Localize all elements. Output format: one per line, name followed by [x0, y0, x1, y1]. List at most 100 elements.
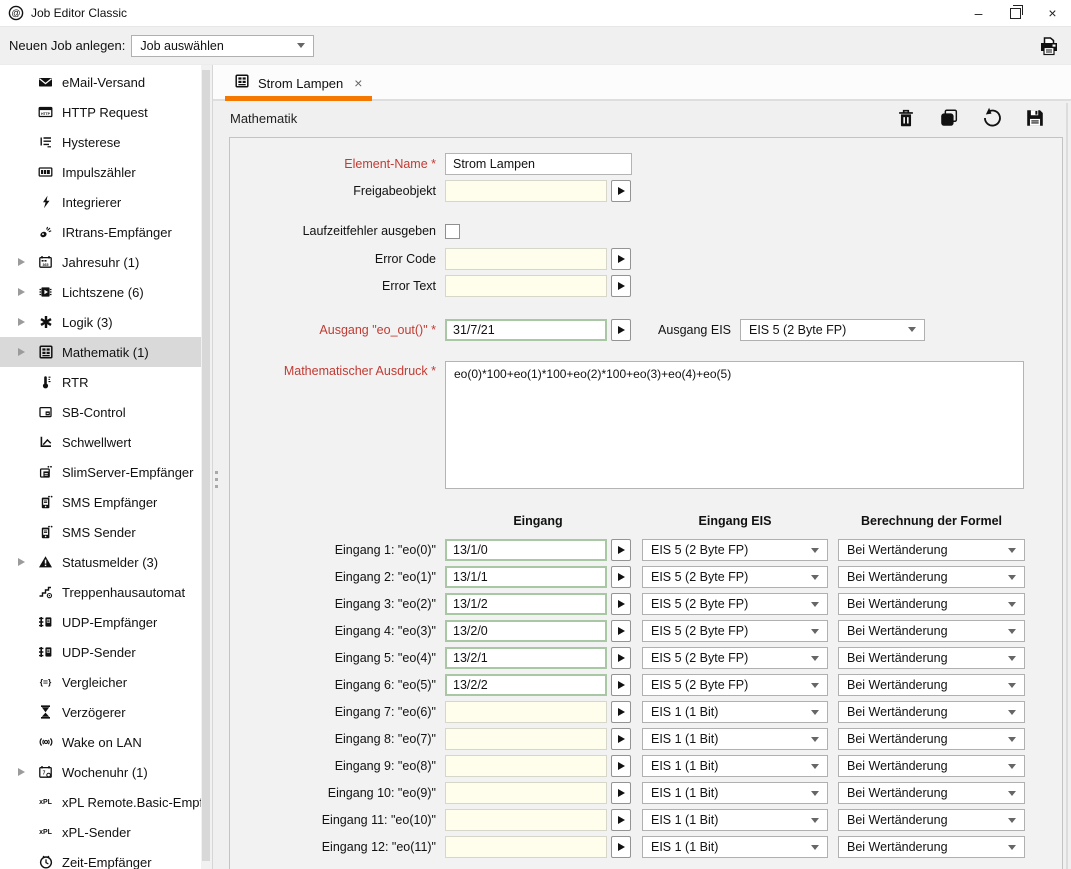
- job-select-dropdown[interactable]: Job auswählen: [131, 35, 314, 57]
- eingang-address-input[interactable]: 13/2/2: [445, 674, 607, 696]
- save-button[interactable]: [1023, 107, 1046, 130]
- berechnung-select[interactable]: Bei Wertänderung: [838, 836, 1025, 858]
- sidebar-item[interactable]: xPLxPL-Sender: [0, 817, 201, 847]
- sidebar-item[interactable]: 365Jahresuhr (1): [0, 247, 201, 277]
- eingang-eis-select[interactable]: EIS 1 (1 Bit): [642, 728, 828, 750]
- object-picker-button[interactable]: [611, 755, 631, 777]
- eingang-eis-select[interactable]: EIS 1 (1 Bit): [642, 782, 828, 804]
- freigabeobjekt-input[interactable]: [445, 180, 607, 202]
- minimize-button[interactable]: –: [960, 0, 997, 26]
- object-picker-button[interactable]: [611, 180, 631, 202]
- berechnung-select[interactable]: Bei Wertänderung: [838, 701, 1025, 723]
- sidebar-item[interactable]: Logik (3): [0, 307, 201, 337]
- eingang-eis-select[interactable]: EIS 1 (1 Bit): [642, 701, 828, 723]
- object-picker-button[interactable]: [611, 275, 631, 297]
- eingang-eis-select[interactable]: EIS 1 (1 Bit): [642, 809, 828, 831]
- sidebar-item[interactable]: Wake on LAN: [0, 727, 201, 757]
- eingang-eis-select[interactable]: EIS 5 (2 Byte FP): [642, 674, 828, 696]
- expander-arrow-icon[interactable]: [18, 258, 35, 266]
- sidebar-item[interactable]: UDP-Sender: [0, 637, 201, 667]
- delete-button[interactable]: [894, 107, 917, 130]
- element-name-input[interactable]: Strom Lampen: [445, 153, 632, 175]
- main-scrollbar[interactable]: [1066, 103, 1068, 869]
- sidebar-item[interactable]: Integrierer: [0, 187, 201, 217]
- ausdruck-textarea[interactable]: eo(0)*100+eo(1)*100+eo(2)*100+eo(3)+eo(4…: [445, 361, 1024, 489]
- error-code-input[interactable]: [445, 248, 607, 270]
- sidebar-item[interactable]: Hysterese: [0, 127, 201, 157]
- sidebar-item[interactable]: Lichtszene (6): [0, 277, 201, 307]
- eingang-address-input[interactable]: [445, 782, 607, 804]
- berechnung-select[interactable]: Bei Wertänderung: [838, 782, 1025, 804]
- eingang-eis-select[interactable]: EIS 5 (2 Byte FP): [642, 539, 828, 561]
- berechnung-select[interactable]: Bei Wertänderung: [838, 728, 1025, 750]
- eingang-address-input[interactable]: 13/1/0: [445, 539, 607, 561]
- sidebar-item[interactable]: RTR: [0, 367, 201, 397]
- berechnung-select[interactable]: Bei Wertänderung: [838, 809, 1025, 831]
- expander-arrow-icon[interactable]: [18, 348, 35, 356]
- object-picker-button[interactable]: [611, 566, 631, 588]
- object-picker-button[interactable]: [611, 674, 631, 696]
- expander-arrow-icon[interactable]: [18, 558, 35, 566]
- sidebar-item[interactable]: SlimServer-Empfänger: [0, 457, 201, 487]
- sidebar-item[interactable]: Mathematik (1): [0, 337, 201, 367]
- tab-strom-lampen[interactable]: Strom Lampen ×: [225, 67, 372, 99]
- sidebar-item[interactable]: Schwellwert: [0, 427, 201, 457]
- object-picker-button[interactable]: [611, 593, 631, 615]
- copy-button[interactable]: [937, 107, 960, 130]
- sidebar-item[interactable]: HTTPHTTP Request: [0, 97, 201, 127]
- sidebar-item[interactable]: SMS Sender: [0, 517, 201, 547]
- object-picker-button[interactable]: [611, 248, 631, 270]
- object-picker-button[interactable]: [611, 701, 631, 723]
- laufzeitfehler-checkbox[interactable]: [445, 224, 460, 239]
- eingang-address-input[interactable]: 13/1/2: [445, 593, 607, 615]
- eingang-eis-select[interactable]: EIS 5 (2 Byte FP): [642, 620, 828, 642]
- sidebar-item[interactable]: SMS Empfänger: [0, 487, 201, 517]
- sidebar-item[interactable]: Statusmelder (3): [0, 547, 201, 577]
- sidebar-scrollbar[interactable]: [201, 65, 213, 869]
- eingang-address-input[interactable]: 13/2/0: [445, 620, 607, 642]
- eingang-address-input[interactable]: [445, 701, 607, 723]
- object-picker-button[interactable]: [611, 809, 631, 831]
- eingang-eis-select[interactable]: EIS 1 (1 Bit): [642, 755, 828, 777]
- eingang-address-input[interactable]: [445, 809, 607, 831]
- sidebar-item[interactable]: IRtrans-Empfänger: [0, 217, 201, 247]
- ausgang-eis-select[interactable]: EIS 5 (2 Byte FP): [740, 319, 925, 341]
- berechnung-select[interactable]: Bei Wertänderung: [838, 593, 1025, 615]
- error-text-input[interactable]: [445, 275, 607, 297]
- expander-arrow-icon[interactable]: [18, 288, 35, 296]
- sidebar-item[interactable]: Treppenhausautomat: [0, 577, 201, 607]
- sidebar-item[interactable]: 7Wochenuhr (1): [0, 757, 201, 787]
- berechnung-select[interactable]: Bei Wertänderung: [838, 647, 1025, 669]
- ausgang-input[interactable]: 31/7/21: [445, 319, 607, 341]
- sidebar-item[interactable]: Verzögerer: [0, 697, 201, 727]
- splitter-handle[interactable]: [215, 471, 218, 488]
- eingang-address-input[interactable]: [445, 836, 607, 858]
- eingang-eis-select[interactable]: EIS 5 (2 Byte FP): [642, 647, 828, 669]
- expander-arrow-icon[interactable]: [18, 768, 35, 776]
- sidebar-item[interactable]: Zeit-Empfänger: [0, 847, 201, 869]
- sidebar-item[interactable]: SB-Control: [0, 397, 201, 427]
- print-button[interactable]: [1037, 34, 1061, 58]
- eingang-eis-select[interactable]: EIS 5 (2 Byte FP): [642, 593, 828, 615]
- object-picker-button[interactable]: [611, 319, 631, 341]
- berechnung-select[interactable]: Bei Wertänderung: [838, 674, 1025, 696]
- berechnung-select[interactable]: Bei Wertänderung: [838, 755, 1025, 777]
- undo-button[interactable]: [980, 107, 1003, 130]
- sidebar-item[interactable]: Impulszähler: [0, 157, 201, 187]
- object-picker-button[interactable]: [611, 836, 631, 858]
- scrollbar-thumb[interactable]: [202, 70, 210, 861]
- restore-button[interactable]: [997, 0, 1034, 26]
- tab-close-icon[interactable]: ×: [354, 76, 362, 90]
- berechnung-select[interactable]: Bei Wertänderung: [838, 566, 1025, 588]
- eingang-eis-select[interactable]: EIS 1 (1 Bit): [642, 836, 828, 858]
- eingang-address-input[interactable]: 13/2/1: [445, 647, 607, 669]
- eingang-address-input[interactable]: 13/1/1: [445, 566, 607, 588]
- object-picker-button[interactable]: [611, 620, 631, 642]
- object-picker-button[interactable]: [611, 728, 631, 750]
- expander-arrow-icon[interactable]: [18, 318, 35, 326]
- berechnung-select[interactable]: Bei Wertänderung: [838, 539, 1025, 561]
- eingang-address-input[interactable]: [445, 728, 607, 750]
- sidebar-item[interactable]: eMail-Versand: [0, 67, 201, 97]
- eingang-address-input[interactable]: [445, 755, 607, 777]
- object-picker-button[interactable]: [611, 539, 631, 561]
